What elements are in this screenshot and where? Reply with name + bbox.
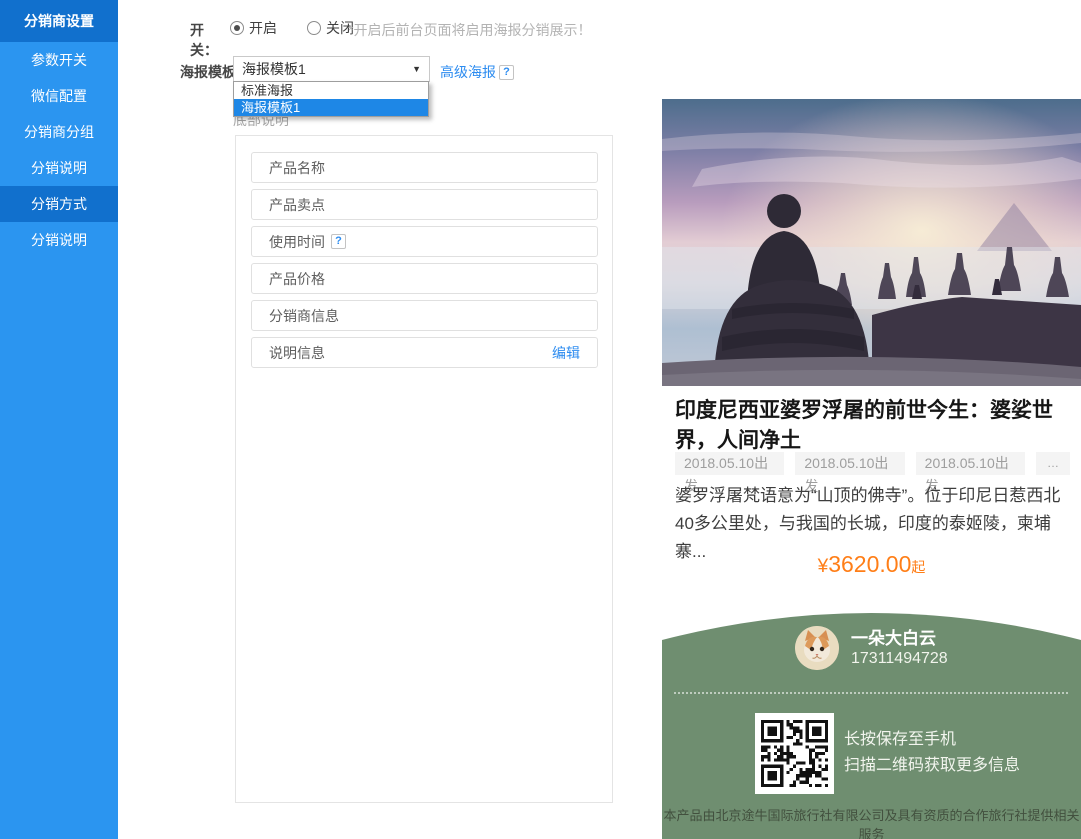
borobudur-photo-illustration (662, 99, 1081, 386)
qr-caption-line1: 长按保存至手机 (844, 727, 1020, 753)
poster-cover-photo (662, 99, 1081, 386)
template-fields-panel: 产品名称 产品卖点 使用时间 ? 产品价格 分销商信息 说明信息 编辑 (235, 135, 613, 803)
sidebar: 分销商设置 参数开关 微信配置 分销商分组 分销说明 分销方式 分销说明 (0, 0, 118, 839)
field-distributor-info[interactable]: 分销商信息 (251, 300, 598, 331)
template-dropdown: 标准海报 海报模板1 (233, 81, 429, 117)
poster-price: ¥3620.00起 (662, 551, 1081, 578)
field-product-name[interactable]: 产品名称 (251, 152, 598, 183)
cat-avatar-illustration (795, 626, 839, 670)
template-select-value: 海报模板1 (242, 59, 412, 79)
price-value: 3620.00 (828, 551, 911, 577)
dropdown-option-template1[interactable]: 海报模板1 (234, 99, 428, 116)
poster-title: 印度尼西亚婆罗浮屠的前世今生：婆娑世界，人间净土 (675, 396, 1071, 456)
profile-text: 一朵大白云 17311494728 (851, 628, 948, 669)
field-distributor-info-label: 分销商信息 (269, 306, 580, 326)
price-currency: ¥ (818, 556, 829, 577)
date-badge: 2018.05.10出发 (916, 452, 1025, 475)
qr-code-image (761, 720, 828, 787)
advanced-poster-help-icon[interactable]: ? (499, 65, 514, 80)
avatar (795, 626, 839, 670)
poster-contact-card: 一朵大白云 17311494728 长按保存至手机 扫描二维码获取更多信息 本产… (662, 600, 1081, 839)
sidebar-item-distribution-note[interactable]: 分销说明 (0, 150, 118, 186)
field-product-sellpoint-label: 产品卖点 (269, 195, 580, 215)
distribution-settings-page: 分销商设置 参数开关 微信配置 分销商分组 分销说明 分销方式 分销说明 开关：… (0, 0, 1081, 839)
date-badge-more: … (1036, 452, 1070, 475)
qr-caption-line2: 扫描二维码获取更多信息 (844, 753, 1020, 779)
dotted-divider (674, 692, 1068, 694)
usage-time-help-icon[interactable]: ? (331, 234, 346, 249)
radio-on-circle-icon[interactable] (230, 21, 244, 35)
switch-row: 开关： 开启 关闭 *开启后前台页面将启用海报分销展示！ (118, 18, 658, 38)
distributor-name: 一朵大白云 (851, 628, 948, 649)
qr-captions: 长按保存至手机 扫描二维码获取更多信息 (844, 727, 1020, 779)
chevron-down-icon: ▼ (412, 64, 421, 74)
date-badge: 2018.05.10出发 (795, 452, 904, 475)
radio-on[interactable]: 开启 (230, 18, 277, 38)
price-suffix: 起 (911, 559, 925, 575)
poster-preview: 印度尼西亚婆罗浮屠的前世今生：婆娑世界，人间净土 2018.05.10出发 20… (662, 0, 1081, 839)
dropdown-option-standard[interactable]: 标准海报 (234, 82, 428, 99)
sidebar-header: 分销商设置 (0, 0, 118, 42)
sidebar-item-param-switch[interactable]: 参数开关 (0, 42, 118, 78)
sidebar-item-distribution-note-2[interactable]: 分销说明 (0, 222, 118, 258)
distributor-profile: 一朵大白云 17311494728 (795, 626, 948, 670)
sidebar-item-wechat-config[interactable]: 微信配置 (0, 78, 118, 114)
edit-link[interactable]: 编辑 (552, 343, 580, 363)
field-usage-time-label: 使用时间 (269, 232, 325, 252)
field-usage-time[interactable]: 使用时间 ? (251, 226, 598, 257)
switch-label: 开关： (190, 20, 226, 60)
poster-template-label-text: 海报模板 (180, 62, 236, 82)
date-badge: 2018.05.10出发 (675, 452, 784, 475)
radio-on-label: 开启 (249, 18, 277, 38)
field-note-info[interactable]: 说明信息 编辑 (251, 337, 598, 368)
advanced-poster-link[interactable]: 高级海报 (440, 62, 496, 82)
poster-footer-disclaimer: 本产品由北京途牛国际旅行社有限公司及具有资质的合作旅行社提供相关服务 (662, 805, 1081, 839)
poster-date-badges: 2018.05.10出发 2018.05.10出发 2018.05.10出发 … (675, 452, 1081, 475)
distributor-phone: 17311494728 (851, 649, 948, 669)
field-product-price-label: 产品价格 (269, 269, 580, 289)
sidebar-item-distributor-group[interactable]: 分销商分组 (0, 114, 118, 150)
field-note-info-label: 说明信息 (269, 343, 552, 363)
field-product-name-label: 产品名称 (269, 158, 580, 178)
radio-off-circle-icon[interactable] (307, 21, 321, 35)
sidebar-item-distribution-method[interactable]: 分销方式 (0, 186, 118, 222)
field-product-price[interactable]: 产品价格 (251, 263, 598, 294)
field-product-sellpoint[interactable]: 产品卖点 (251, 189, 598, 220)
template-select[interactable]: 海报模板1 ▼ (233, 56, 430, 82)
switch-warning-text: *开启后前台页面将启用海报分销展示！ (348, 20, 591, 40)
qr-code (755, 713, 834, 794)
advanced-poster-link-wrap: 高级海报 ? (440, 62, 517, 82)
radio-off[interactable]: 关闭 (307, 18, 354, 38)
